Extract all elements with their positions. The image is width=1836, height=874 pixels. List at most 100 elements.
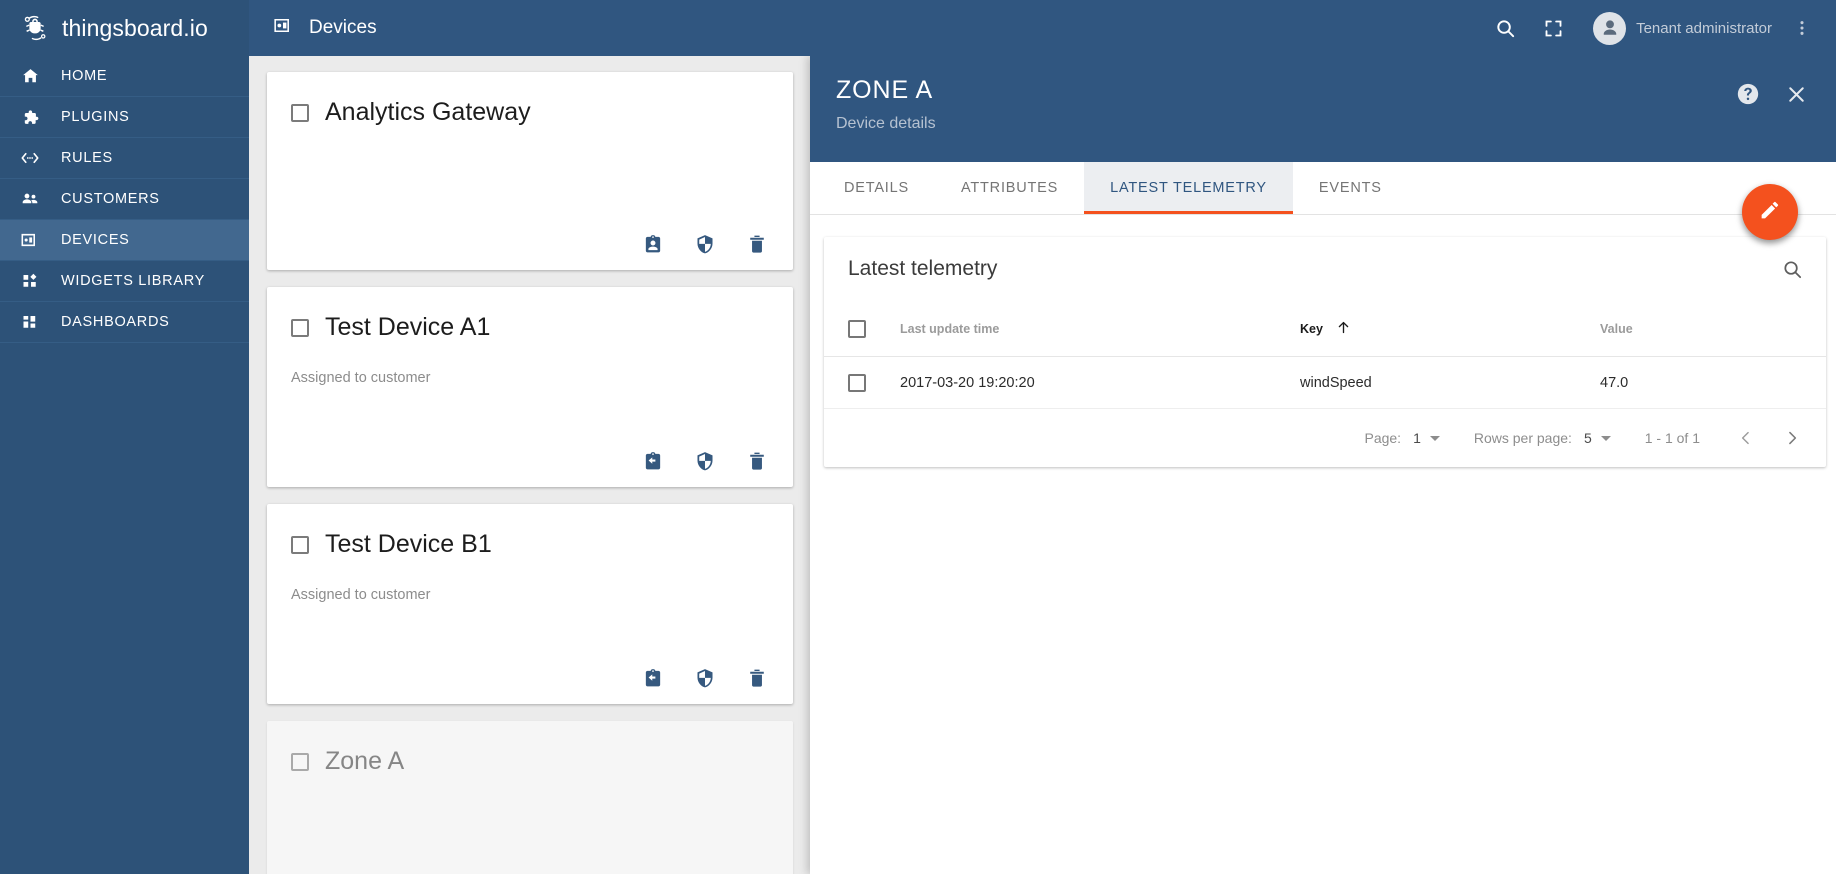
manage-credentials-shield-icon[interactable] [693,666,717,690]
select-all-checkbox[interactable] [848,319,866,338]
brand-name: thingsboard.io [62,14,208,41]
column-label: Last update time [900,321,1000,336]
toolbar-actions: Tenant administrator [1481,4,1836,52]
row-checkbox[interactable] [848,373,866,392]
device-card-title: Analytics Gateway [325,98,531,126]
people-icon [18,188,42,210]
edit-pencil-icon [1758,197,1783,227]
column-header-last-update-time[interactable]: Last update time [900,322,1300,336]
details-subtitle: Device details [836,115,936,132]
close-icon[interactable] [1782,80,1810,108]
details-tabs: DETAILS ATTRIBUTES LATEST TELEMETRY EVEN… [810,162,1836,215]
details-panel-header: ZONE A Device details [810,56,1836,162]
details-tab-content: Latest telemetry Last update time Key Va… [810,215,1836,874]
sidebar-item-devices[interactable]: DEVICES [0,220,249,261]
tab-label: ATTRIBUTES [960,180,1059,196]
table-pagination: Page: 1 Rows per page: 5 1 - 1 of 1 [824,409,1826,467]
sidebar-item-label: WIDGETS LIBRARY [61,273,205,289]
sidebar-item-widgets-library[interactable]: WIDGETS LIBRARY [0,261,249,302]
device-card[interactable]: Analytics Gateway [267,72,793,270]
chevron-left-icon[interactable] [1736,428,1756,448]
device-card-title: Test Device A1 [325,313,491,341]
tab-latest-telemetry[interactable]: LATEST TELEMETRY [1084,162,1293,214]
tab-label: LATEST TELEMETRY [1110,180,1267,196]
device-card-actions [641,449,769,473]
chevron-down-icon [1600,435,1611,441]
column-label: Key [1300,321,1323,336]
search-icon[interactable] [1481,4,1529,52]
device-card-header: Test Device B1 [291,530,769,559]
page-title: Devices [309,17,377,38]
details-title: ZONE A [836,76,934,104]
sidebar-item-rules[interactable]: RULES [0,138,249,179]
cell-last-update-time: 2017-03-20 19:20:20 [900,374,1035,391]
sidebar-item-label: HOME [61,68,108,84]
column-header-key[interactable]: Key [1300,319,1600,339]
device-card-checkbox[interactable] [291,752,309,771]
telemetry-title: Latest telemetry [848,257,998,280]
fullscreen-icon[interactable] [1529,4,1577,52]
device-card-checkbox[interactable] [291,318,309,337]
more-vert-icon[interactable] [1778,4,1826,52]
device-card-column-1: Analytics Gateway Test Device A1 Assigne… [249,56,811,874]
sidebar-item-plugins[interactable]: PLUGINS [0,97,249,138]
tab-label: DETAILS [844,180,909,196]
widgets-icon [18,271,42,292]
dashboards-icon [18,312,42,333]
device-card-checkbox[interactable] [291,103,309,122]
sort-arrow-up-icon [1335,319,1352,339]
row-checkbox-cell [848,373,900,392]
page-header: Devices [249,13,377,43]
column-header-value[interactable]: Value [1600,322,1804,336]
sidebar-item-label: RULES [61,150,113,166]
help-circle-icon[interactable] [1734,80,1762,108]
device-details-panel: ZONE A Device details DETAILS ATTRIBUTES… [810,56,1836,874]
sidebar-nav: HOME PLUGINS RULES CUSTOMERS DEVICES WID… [0,56,249,874]
assign-to-customer-icon[interactable] [641,232,665,256]
device-card-selected[interactable]: Zone A [267,721,793,874]
device-card-title: Test Device B1 [325,530,492,558]
thingsboard-logo-icon [18,11,52,45]
rules-chevrons-icon [18,147,42,169]
device-card-title: Zone A [325,747,405,775]
device-card-subtitle: Assigned to customer [291,587,431,603]
device-card-actions [641,666,769,690]
sidebar-item-home[interactable]: HOME [0,56,249,97]
app-root: thingsboard.io Devices Tenant administra… [0,0,1836,874]
device-card[interactable]: Test Device B1 Assigned to customer [267,504,793,704]
manage-credentials-shield-icon[interactable] [693,232,717,256]
telemetry-table-header: Last update time Key Value [824,301,1826,357]
cell-value: 47.0 [1600,374,1629,391]
unassign-from-customer-icon[interactable] [641,449,665,473]
unassign-from-customer-icon[interactable] [641,666,665,690]
page-select[interactable]: 1 [1413,430,1440,446]
user-menu[interactable]: Tenant administrator [1593,11,1772,45]
delete-trash-icon[interactable] [745,449,769,473]
tab-events[interactable]: EVENTS [1293,162,1408,214]
device-card[interactable]: Test Device A1 Assigned to customer [267,287,793,487]
devices-icon [271,13,296,43]
delete-trash-icon[interactable] [745,232,769,256]
table-row[interactable]: 2017-03-20 19:20:20 windSpeed 47.0 [824,357,1826,409]
home-icon [18,66,42,87]
manage-credentials-shield-icon[interactable] [693,449,717,473]
sidebar-item-dashboards[interactable]: DASHBOARDS [0,302,249,343]
edit-fab-button[interactable] [1742,184,1798,240]
tab-details[interactable]: DETAILS [818,162,935,214]
avatar [1593,11,1627,45]
tab-label: EVENTS [1318,180,1382,196]
sidebar-item-label: CUSTOMERS [61,191,160,207]
rows-per-page-select[interactable]: 5 [1584,430,1611,446]
device-card-checkbox[interactable] [291,535,309,554]
extension-puzzle-icon [18,107,42,128]
chevron-down-icon [1429,435,1440,441]
page-label: Page: [1364,430,1402,446]
search-icon[interactable] [1780,257,1804,281]
select-all-checkbox-cell [848,319,900,338]
chevron-right-icon[interactable] [1782,428,1802,448]
tab-attributes[interactable]: ATTRIBUTES [935,162,1084,214]
device-card-header: Analytics Gateway [291,98,769,127]
sidebar-item-customers[interactable]: CUSTOMERS [0,179,249,220]
delete-trash-icon[interactable] [745,666,769,690]
brand-block[interactable]: thingsboard.io [0,0,249,56]
